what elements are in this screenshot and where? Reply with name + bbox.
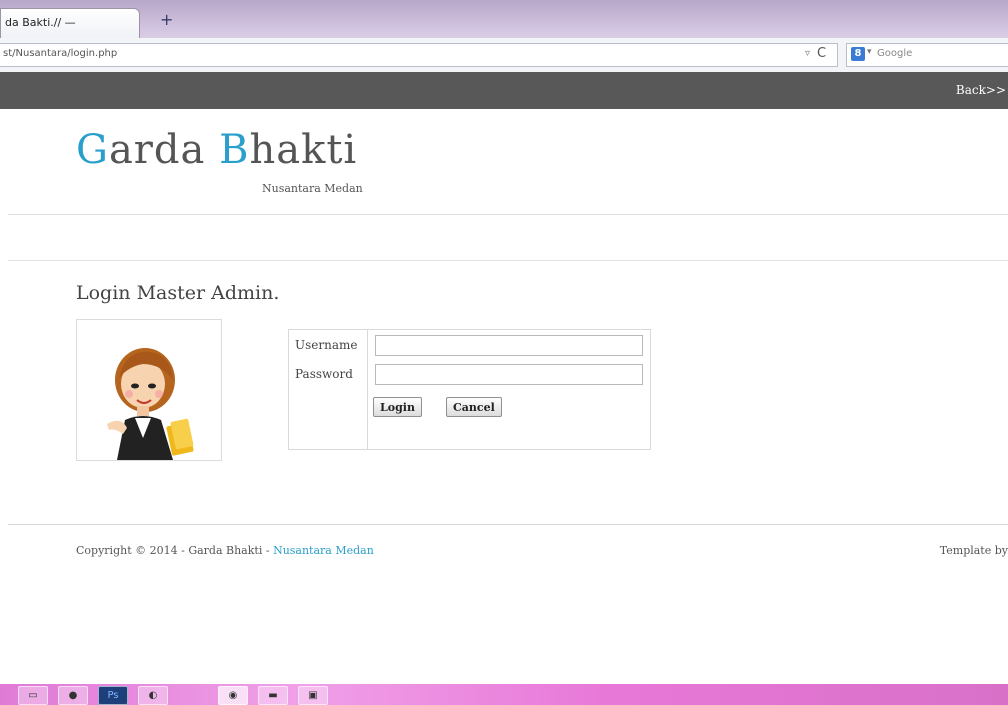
template-credit: Template by xyxy=(939,544,1008,557)
footer-copyright: Copyright © 2014 - Garda Bhakti - Nusant… xyxy=(76,544,374,557)
password-label: Password xyxy=(295,367,353,381)
explorer-icon[interactable]: ▭ xyxy=(18,686,48,705)
media-icon[interactable]: ◉ xyxy=(218,686,248,705)
address-bar[interactable]: st/Nusantara/login.php ▿ C xyxy=(0,43,838,67)
site-logo[interactable]: Garda Bhakti xyxy=(76,127,357,173)
search-placeholder: Google xyxy=(877,48,913,59)
new-tab-button[interactable]: + xyxy=(160,10,173,29)
search-engine-icon[interactable]: 8 xyxy=(851,47,865,61)
password-input[interactable] xyxy=(375,364,643,385)
app-icon[interactable]: ▣ xyxy=(298,686,328,705)
reload-icon[interactable]: C xyxy=(817,46,826,61)
photoshop-label: Ps xyxy=(107,690,119,701)
search-engine-dropdown-icon[interactable]: ▾ xyxy=(867,47,872,57)
copyright-text: Copyright © 2014 - Garda Bhakti - xyxy=(76,544,274,557)
divider xyxy=(8,214,1008,215)
logo-text-hakti: hakti xyxy=(249,127,358,173)
address-text: st/Nusantara/login.php xyxy=(3,48,118,59)
login-form: Username Password Login Cancel xyxy=(288,329,651,450)
page-title: Login Master Admin. xyxy=(76,282,280,304)
footer-link[interactable]: Nusantara Medan xyxy=(273,544,374,557)
browser-nav-bar: st/Nusantara/login.php ▿ C 8 ▾ Google xyxy=(0,38,1008,73)
logo-text-arda: arda xyxy=(108,127,220,173)
browser-tab-bar: da Bakti.// — + xyxy=(0,0,1008,39)
site-tagline: Nusantara Medan xyxy=(262,182,363,195)
login-button[interactable]: Login xyxy=(373,397,422,417)
woman-illustration-icon xyxy=(107,348,194,460)
form-divider xyxy=(367,330,368,449)
os-taskbar: ▭ ● Ps ◐ ◉ ▬ ▣ xyxy=(0,684,1008,705)
firefox-icon[interactable]: ◐ xyxy=(138,686,168,705)
browser-tab[interactable]: da Bakti.// — xyxy=(0,8,140,39)
logo-letter-g: G xyxy=(76,127,109,173)
username-label: Username xyxy=(295,338,358,352)
cancel-button[interactable]: Cancel xyxy=(446,397,502,417)
search-bar[interactable]: 8 ▾ Google xyxy=(846,43,1008,67)
divider xyxy=(8,260,1008,261)
back-link[interactable]: Back>> xyxy=(956,83,1006,97)
admin-avatar xyxy=(76,319,222,461)
logo-letter-b: B xyxy=(219,127,250,173)
site-top-bar: Back>> xyxy=(0,72,1008,109)
folder-icon[interactable]: ● xyxy=(58,686,88,705)
tab-title: da Bakti.// — xyxy=(5,16,76,29)
address-dropdown-icon[interactable]: ▿ xyxy=(805,48,810,59)
monitor-icon[interactable]: ▬ xyxy=(258,686,288,705)
footer-divider xyxy=(8,524,1008,525)
photoshop-icon[interactable]: Ps xyxy=(98,686,128,705)
username-input[interactable] xyxy=(375,335,643,356)
